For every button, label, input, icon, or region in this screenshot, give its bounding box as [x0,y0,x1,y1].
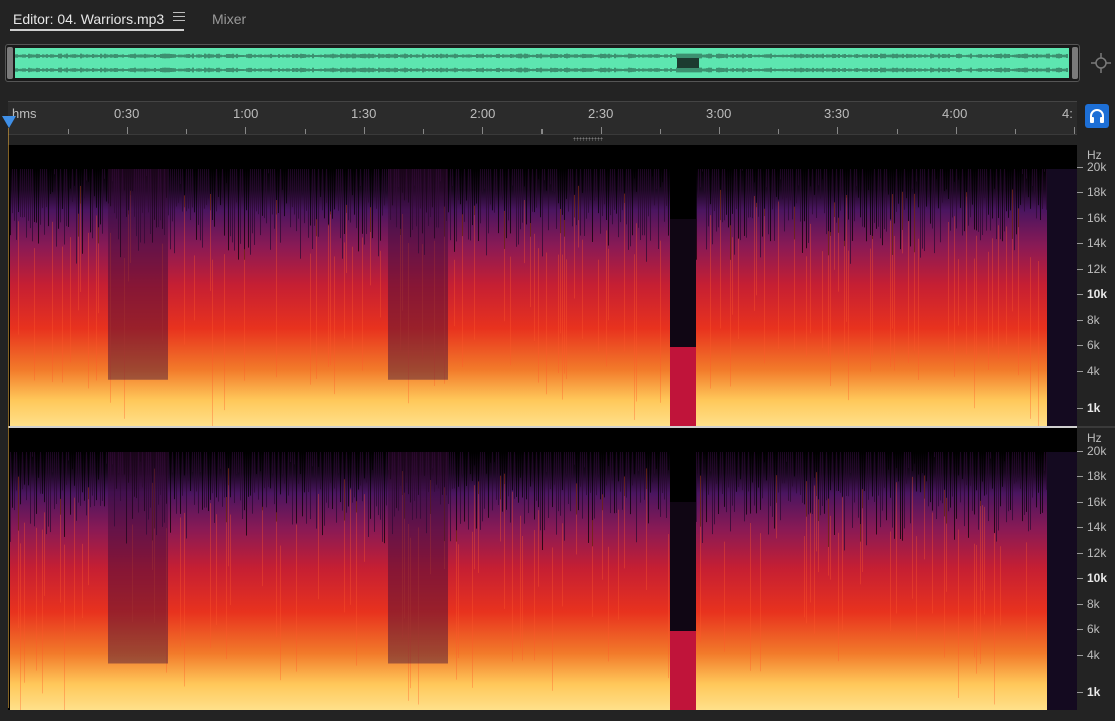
frequency-tick [1077,655,1083,656]
frequency-label: 16k [1087,211,1107,225]
ruler-tick [245,127,247,134]
frequency-scale-left[interactable]: Hz 20k 18k 16k 14k 12k 10k 8k 6k 4k 1k [1077,145,1115,426]
frequency-tick [1077,553,1083,554]
ruler-tick [1074,127,1076,134]
ruler-tick [719,127,720,134]
audio-editor-window: Editor: 04. Warriors.mp3 Mixer hms 0:30 1… [0,0,1115,721]
ruler-tick [541,129,543,134]
frequency-label: 8k [1087,597,1100,611]
bottom-edge [0,710,1115,721]
overview-zoom-handle-right[interactable] [1072,47,1078,79]
frequency-label: 20k [1087,444,1107,458]
ruler-tick [896,129,898,134]
frequency-tick [1077,476,1083,477]
frequency-scale-right[interactable]: Hz 20k 18k 16k 14k 12k 10k 8k 6k 4k 1k [1077,428,1115,710]
ruler-tick [1015,129,1017,134]
frequency-tick [1077,451,1083,452]
frequency-label: 4k [1087,648,1100,662]
playhead-line [8,128,9,708]
panel-splitter-handle[interactable] [573,137,603,141]
ruler-tick [837,127,839,134]
frequency-label: 18k [1087,185,1107,199]
spectrogram-graphic-right [8,428,1077,710]
frequency-tick [1077,604,1083,605]
channel-left-spectrogram[interactable] [8,145,1077,426]
playhead-marker[interactable] [2,116,16,128]
overview-waveform[interactable] [15,48,1069,78]
frequency-label: 12k [1087,546,1107,560]
ruler-time-label: 3:30 [824,106,850,121]
overview-waveform-panel[interactable] [5,44,1080,82]
ruler-tick [600,127,602,134]
frequency-tick [1077,692,1083,693]
overview-zoom-handle-left[interactable] [7,47,13,79]
spectral-frequency-display[interactable] [8,145,1077,710]
frequency-tick [1077,320,1083,321]
frequency-tick [1077,269,1083,270]
hamburger-icon[interactable] [173,12,185,24]
ruler-tick [68,129,69,134]
frequency-label: 1k [1087,401,1101,415]
frequency-label: 4k [1087,364,1100,378]
frequency-tick [1077,502,1083,503]
frequency-tick [1077,167,1083,168]
frequency-unit-label: Hz [1087,431,1102,445]
frequency-tick [1077,371,1083,372]
frequency-label: 12k [1087,262,1107,276]
frequency-label: 18k [1087,469,1107,483]
frequency-label: 14k [1087,520,1107,534]
ruler-time-label: 4: [1062,106,1073,121]
ruler-time-label: 1:30 [351,106,377,121]
frequency-label: 6k [1087,338,1100,352]
frequency-tick [1077,345,1083,346]
frequency-tick [1077,527,1083,528]
frequency-label: 16k [1087,495,1107,509]
frequency-tick [1077,294,1083,295]
ruler-time-label: 2:00 [470,106,496,121]
overview-waveform-graphic [15,53,1068,73]
active-tab-indicator [10,29,184,31]
frequency-label: 10k [1087,571,1108,585]
ruler-tick [304,129,306,134]
frequency-tick [1077,578,1083,579]
frequency-tick [1077,243,1083,244]
ruler-time-label: 4:00 [942,106,968,121]
frequency-label: 1k [1087,685,1101,699]
ruler-time-label: 3:00 [706,106,732,121]
ruler-tick [186,129,188,134]
ruler-time-label: 1:00 [233,106,259,121]
frequency-label: 10k [1087,287,1108,301]
spectrogram-graphic-left [8,145,1077,426]
tab-editor[interactable]: Editor: 04. Warriors.mp3 [13,10,164,30]
time-ruler[interactable]: hms 0:30 1:00 1:30 2:00 2:30 3:00 3:30 4:00 4: [8,101,1077,135]
headphones-icon[interactable] [1085,104,1109,128]
ruler-tick [660,129,661,134]
ruler-tick [127,127,128,134]
zoom-navigator-icon[interactable] [1090,52,1112,74]
frequency-label: 14k [1087,236,1107,250]
frequency-label: 8k [1087,313,1100,327]
frequency-label: 6k [1087,622,1100,636]
frequency-tick [1077,629,1083,630]
tab-mixer[interactable]: Mixer [212,10,246,30]
panel-tab-bar: Editor: 04. Warriors.mp3 Mixer [0,0,1115,36]
ruler-tick [778,129,780,134]
ruler-tick [482,127,484,134]
ruler-tick [955,127,957,134]
ruler-time-label: 2:30 [588,106,614,121]
frequency-tick [1077,408,1083,409]
frequency-tick [1077,192,1083,193]
frequency-tick [1077,218,1083,219]
frequency-label: 20k [1087,160,1107,174]
ruler-time-label: 0:30 [114,106,140,121]
channel-right-spectrogram[interactable] [8,428,1077,710]
ruler-tick [363,127,365,134]
ruler-tick [423,129,425,134]
